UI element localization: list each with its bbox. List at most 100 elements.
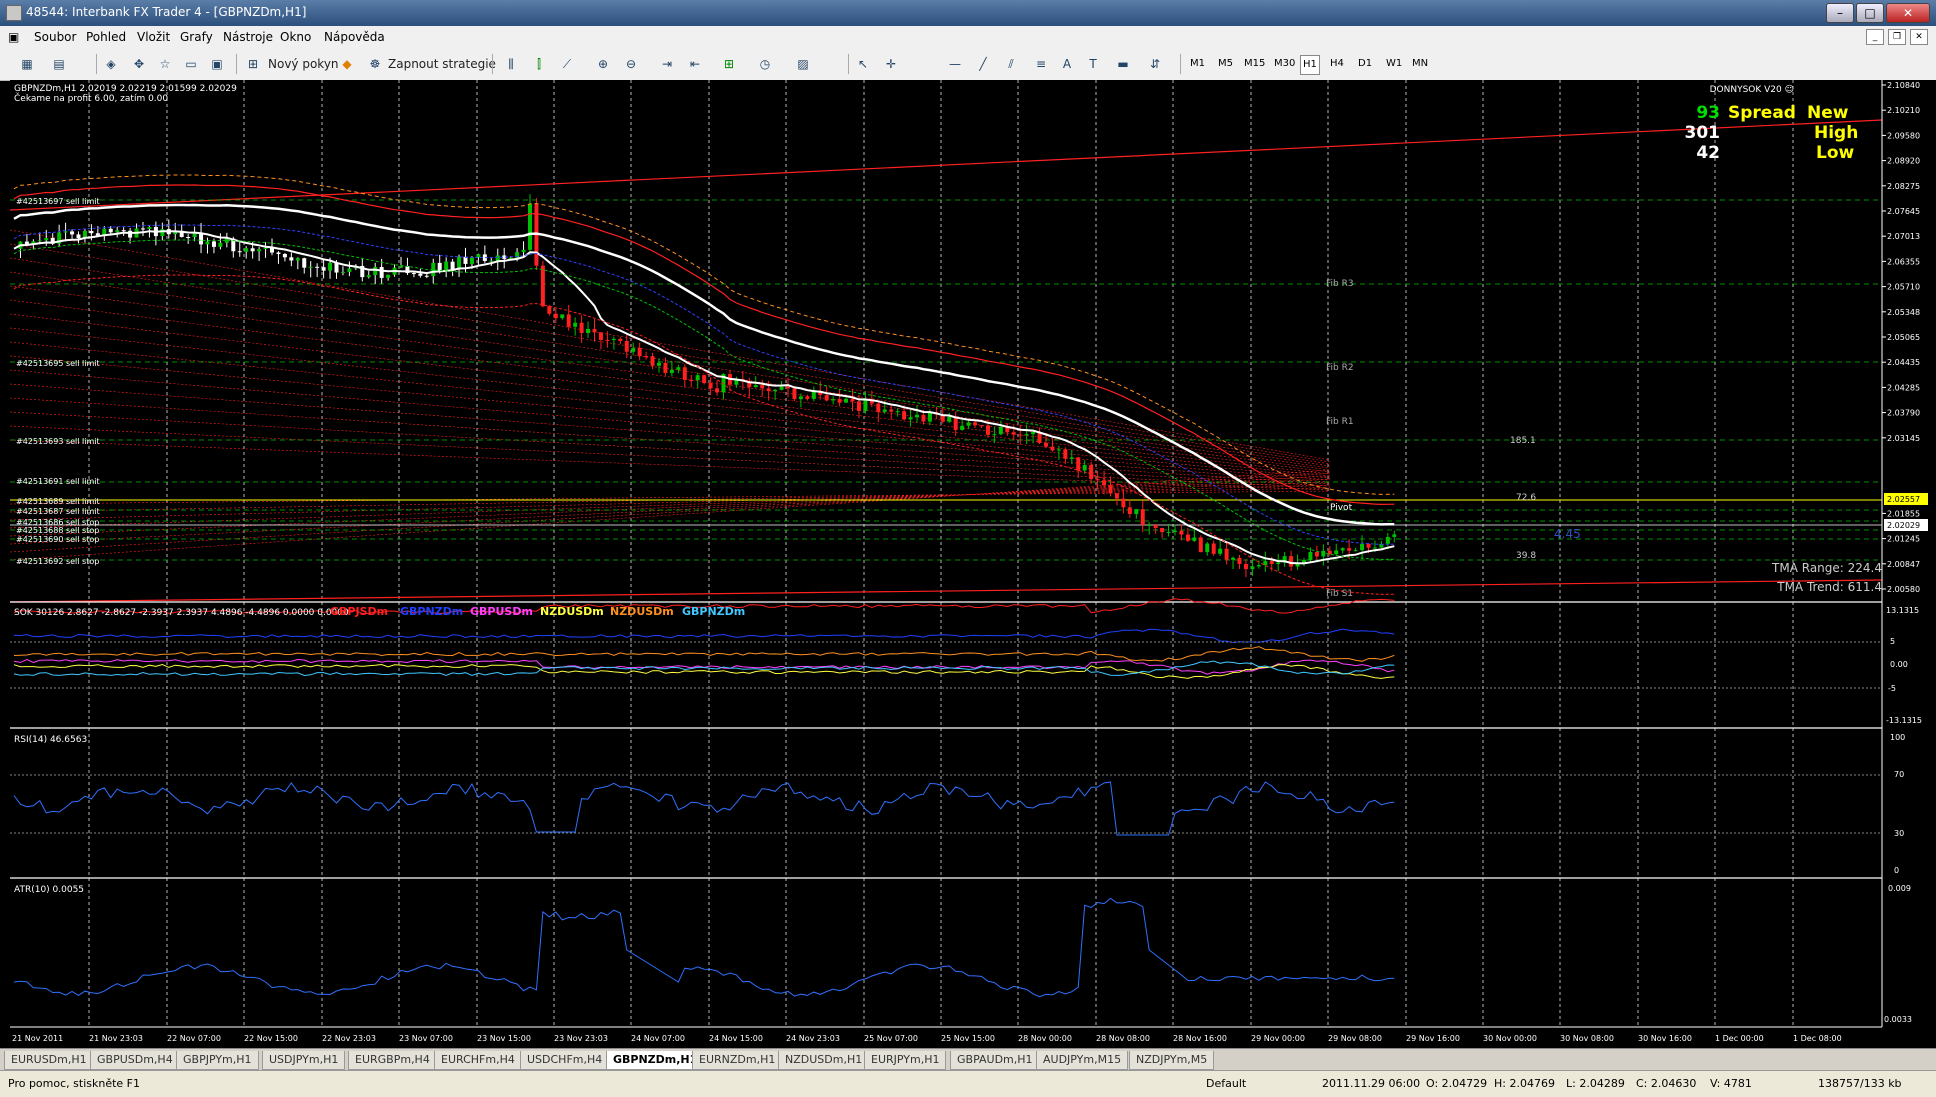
hline-icon[interactable]: —	[946, 55, 964, 73]
zoom-out-icon[interactable]: ⊖	[622, 55, 640, 73]
chart-tab[interactable]: GBPAUDm,H1	[950, 1051, 1040, 1070]
tf-m1[interactable]: M1	[1188, 55, 1207, 73]
chart-shift-icon[interactable]: ⇤	[686, 55, 704, 73]
sok-series	[13, 663, 1395, 679]
crosshair-icon[interactable]: ✛	[882, 55, 900, 73]
chart-tab[interactable]: GBPNZDm,H1	[606, 1051, 705, 1070]
chart-tab[interactable]: GBPUSDm,H4	[90, 1051, 180, 1070]
chart-tab[interactable]: EURUSDm,H1	[4, 1051, 94, 1070]
label-icon[interactable]: T	[1084, 55, 1102, 73]
tf-m30[interactable]: M30	[1272, 55, 1297, 73]
tester-icon[interactable]: ▣	[208, 55, 226, 73]
mdi-restore-button[interactable]: ❐	[1888, 29, 1906, 45]
title-bar: 48544: Interbank FX Trader 4 - [GBPNZDm,…	[0, 0, 1936, 26]
shapes-icon[interactable]: ▬	[1114, 55, 1132, 73]
templates-icon[interactable]: ▨	[794, 55, 812, 73]
menu-soubor[interactable]: Soubor	[34, 30, 76, 44]
tf-h4[interactable]: H4	[1328, 55, 1346, 73]
arrows-icon[interactable]: ⇵	[1146, 55, 1164, 73]
order-label[interactable]: #42513695 sell limit	[16, 359, 100, 368]
new-order-icon[interactable]: ⊞	[244, 55, 262, 73]
candle-body	[315, 266, 320, 268]
metaeditor-icon[interactable]: ◆	[338, 55, 356, 73]
order-label[interactable]: #42513687 sell limit	[16, 507, 100, 516]
navigator-icon[interactable]: ✥	[130, 55, 148, 73]
chart-window[interactable]: GBPNZDm,H1 2.02019 2.02219 2.01599 2.020…	[9, 80, 1936, 1047]
tf-mn[interactable]: MN	[1410, 55, 1430, 73]
mdi-minimize-button[interactable]: _	[1866, 29, 1884, 45]
text-icon[interactable]: A	[1058, 55, 1076, 73]
terminal-icon[interactable]: ▭	[182, 55, 200, 73]
menu-grafy[interactable]: Grafy	[180, 30, 213, 44]
menu-nastroje[interactable]: Nástroje	[223, 30, 273, 44]
cursor-icon[interactable]: ↖	[854, 55, 872, 73]
order-lines	[10, 199, 1882, 561]
order-label[interactable]: #42513689 sell limit	[16, 497, 100, 506]
chart-tab[interactable]: EURNZDm,H1	[692, 1051, 783, 1070]
chart-tab[interactable]: NZDJPYm,M5	[1129, 1051, 1215, 1070]
channel-icon[interactable]: ⫽	[1002, 55, 1020, 73]
trendline-icon[interactable]: ╱	[974, 55, 992, 73]
order-label[interactable]: #42513688 sell stop	[16, 526, 99, 535]
chart-tab[interactable]: USDCHFm,H4	[520, 1051, 610, 1070]
mdi-close-button[interactable]: ✕	[1910, 29, 1928, 45]
close-button[interactable]: ✕	[1886, 3, 1930, 23]
order-label[interactable]: #42513697 sell limit	[16, 197, 100, 206]
candle-body	[205, 241, 210, 245]
bar-chart-icon[interactable]: ⫼	[502, 55, 520, 73]
autoscroll-icon[interactable]: ⇥	[658, 55, 676, 73]
chart-doc-icon[interactable]: ▣	[8, 30, 19, 44]
orange-band	[13, 174, 1395, 495]
status-low: L: 2.04289	[1566, 1077, 1625, 1090]
strategies-button[interactable]: Zapnout strategie	[388, 54, 496, 74]
status-profile[interactable]: Default	[1206, 1077, 1246, 1090]
mark-label: 185.1	[1510, 436, 1536, 446]
menu-napoveda[interactable]: Nápověda	[324, 30, 385, 44]
candle-body	[566, 314, 571, 327]
candle-body	[644, 356, 649, 358]
chart-tab[interactable]: USDJPYm,H1	[262, 1051, 346, 1070]
candle-body	[624, 340, 629, 352]
maximize-button[interactable]: □	[1856, 3, 1884, 23]
new-chart-icon[interactable]: ▦	[18, 55, 36, 73]
candle-body	[553, 313, 558, 319]
tf-m5[interactable]: M5	[1216, 55, 1235, 73]
menu-okno[interactable]: Okno	[280, 30, 311, 44]
ask-price: 2.02557	[1887, 495, 1920, 504]
data-window-icon[interactable]: ☆	[156, 55, 174, 73]
order-label[interactable]: #42513693 sell limit	[16, 437, 100, 446]
chart-tab[interactable]: EURCHFm,H4	[434, 1051, 522, 1070]
chart-tab[interactable]: EURJPYm,H1	[864, 1051, 947, 1070]
line-chart-icon[interactable]: ⟋	[558, 55, 576, 73]
chart-tab[interactable]: NZDUSDm,H1	[778, 1051, 870, 1070]
order-label[interactable]: #42513690 sell stop	[16, 535, 99, 544]
chart-tab[interactable]: EURGBPm,H4	[348, 1051, 437, 1070]
chart-tab[interactable]: AUDJPYm,M15	[1036, 1051, 1129, 1070]
candle-body	[218, 242, 223, 247]
candle-body	[547, 306, 552, 314]
indicators-icon[interactable]: ⊞	[720, 55, 738, 73]
minimize-button[interactable]: –	[1826, 3, 1854, 23]
zoom-in-icon[interactable]: ⊕	[594, 55, 612, 73]
price-label: 2.05348	[1887, 308, 1920, 317]
candle-body	[1243, 564, 1248, 570]
chart-tab[interactable]: GBPJPYm,H1	[176, 1051, 259, 1070]
order-label[interactable]: #42513691 sell limit	[16, 477, 100, 486]
order-label[interactable]: #42513692 sell stop	[16, 557, 99, 566]
tf-d1[interactable]: D1	[1356, 55, 1374, 73]
new-order-button[interactable]: Nový pokyn	[268, 54, 339, 74]
candle-body	[1340, 548, 1345, 551]
market-watch-icon[interactable]: ◈	[102, 55, 120, 73]
fibo-icon[interactable]: ≡	[1032, 55, 1050, 73]
tf-h1[interactable]: H1	[1300, 55, 1320, 75]
menu-pohled[interactable]: Pohled	[86, 30, 126, 44]
candle-body	[418, 273, 423, 276]
profiles-icon[interactable]: ▤	[50, 55, 68, 73]
periods-icon[interactable]: ◷	[756, 55, 774, 73]
strategies-icon[interactable]: ☸	[366, 55, 384, 73]
tf-w1[interactable]: W1	[1384, 55, 1404, 73]
candles-icon[interactable]: ⫿	[530, 55, 548, 73]
tf-m15[interactable]: M15	[1242, 55, 1267, 73]
candle-body	[328, 262, 333, 271]
menu-vlozit[interactable]: Vložit	[137, 30, 170, 44]
